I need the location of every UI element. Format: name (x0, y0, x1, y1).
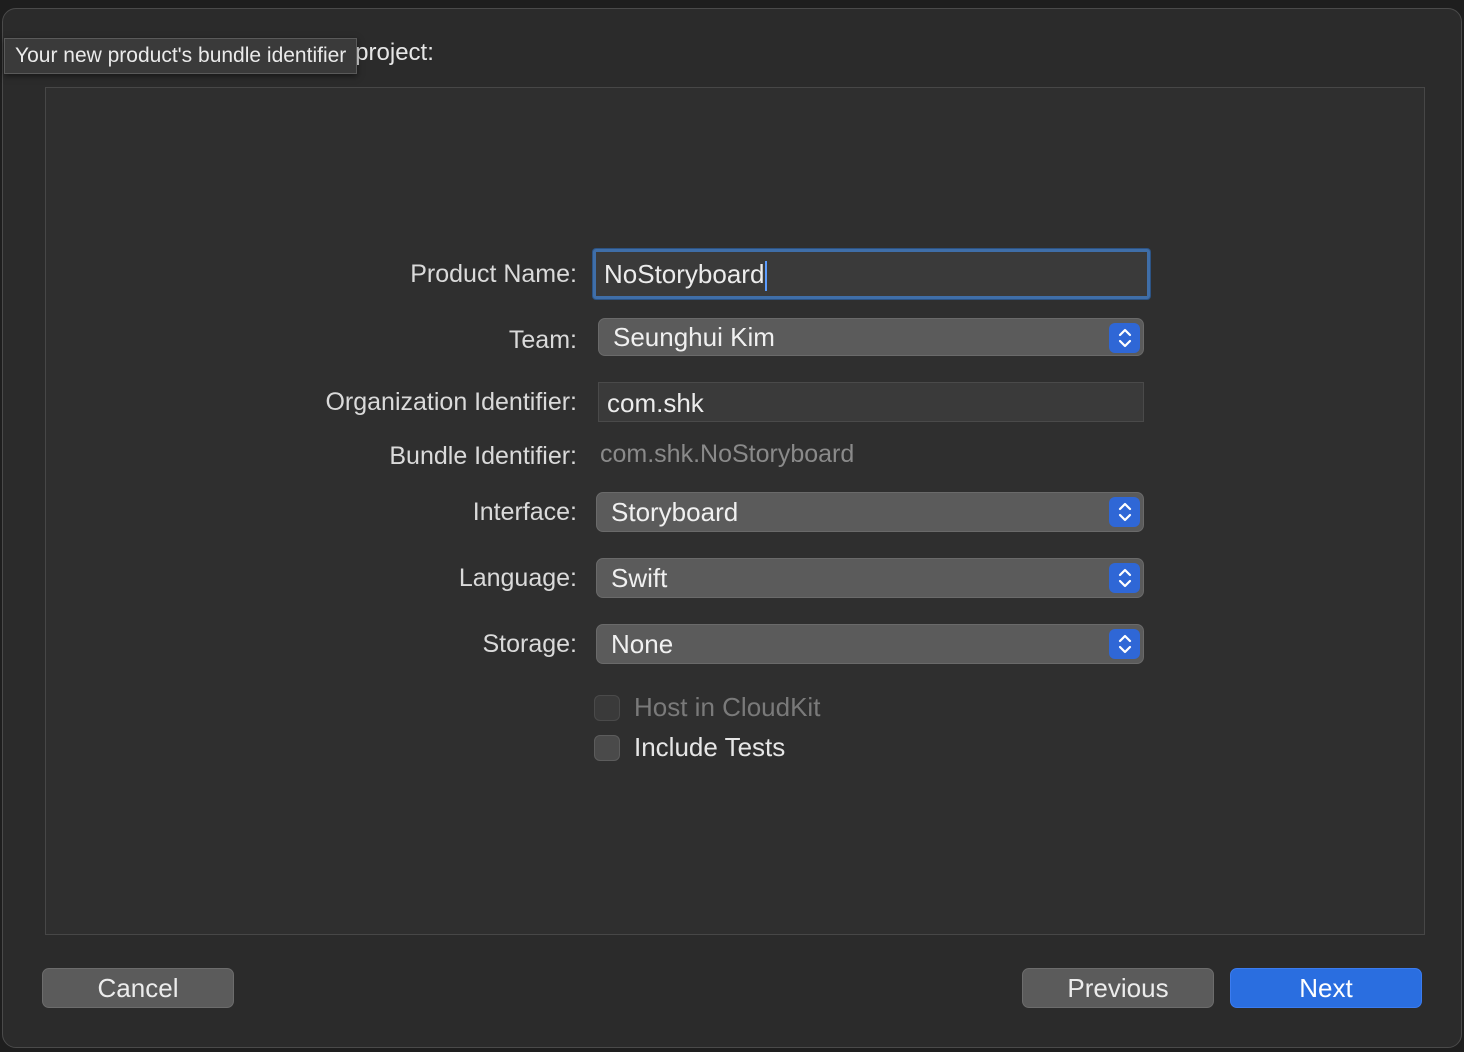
product-name-field[interactable]: NoStoryboard (593, 249, 1150, 299)
previous-button[interactable]: Previous (1022, 968, 1214, 1008)
product-name-label: Product Name: (410, 260, 577, 288)
storage-label: Storage: (482, 630, 577, 658)
interface-value: Storyboard (611, 497, 739, 527)
storage-value: None (611, 629, 674, 659)
language-label: Language: (458, 564, 577, 592)
cancel-button[interactable]: Cancel (42, 968, 234, 1008)
up-down-chevron-icon (1109, 323, 1140, 353)
language-popup[interactable]: Swift (596, 558, 1144, 598)
product-name-value: NoStoryboard (604, 259, 765, 289)
team-label: Team: (508, 326, 577, 354)
team-value: Seunghui Kim (613, 322, 775, 352)
team-popup[interactable]: Seunghui Kim (598, 318, 1144, 356)
language-value: Swift (611, 563, 668, 593)
include-tests-checkbox[interactable] (594, 734, 620, 761)
organization-identifier-label: Organization Identifier: (325, 388, 577, 416)
host-in-cloudkit-label: Host in CloudKit (634, 692, 821, 722)
up-down-chevron-icon (1109, 563, 1140, 593)
organization-identifier-field[interactable]: com.shk (598, 382, 1144, 422)
interface-popup[interactable]: Storyboard (596, 492, 1144, 532)
host-in-cloudkit-row: Host in CloudKit (594, 692, 820, 723)
bundle-identifier-value: com.shk.NoStoryboard (600, 440, 855, 468)
up-down-chevron-icon (1109, 629, 1140, 659)
interface-label: Interface: (472, 498, 577, 526)
bundle-identifier-tooltip: Your new product's bundle identifier (4, 38, 358, 74)
up-down-chevron-icon (1109, 497, 1140, 527)
host-in-cloudkit-checkbox (594, 694, 620, 721)
text-caret (765, 261, 768, 292)
next-button[interactable]: Next (1230, 968, 1422, 1008)
include-tests-label: Include Tests (634, 732, 786, 762)
bundle-identifier-label: Bundle Identifier: (389, 442, 577, 470)
include-tests-row[interactable]: Include Tests (594, 732, 785, 763)
storage-popup[interactable]: None (596, 624, 1144, 664)
